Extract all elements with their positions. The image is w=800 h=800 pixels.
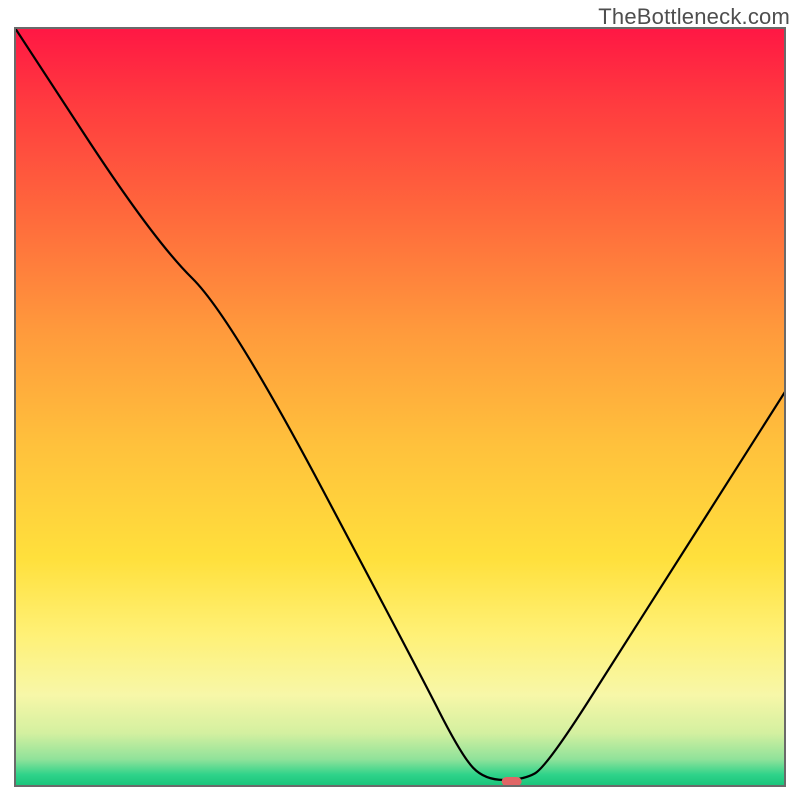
- bottleneck-chart: [0, 0, 800, 800]
- watermark-text: TheBottleneck.com: [598, 4, 790, 30]
- optimal-marker: [502, 777, 522, 786]
- chart-container: TheBottleneck.com: [0, 0, 800, 800]
- gradient-background: [15, 28, 785, 786]
